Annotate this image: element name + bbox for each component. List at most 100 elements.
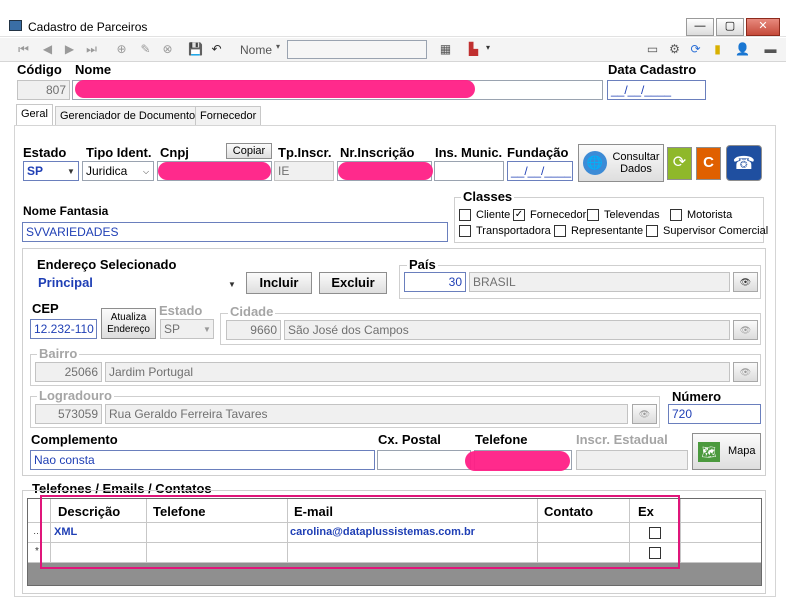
- logradouro-code-field: 573059: [35, 404, 102, 424]
- map-icon: 🗺: [698, 442, 720, 462]
- motorista-checkbox[interactable]: [670, 209, 682, 221]
- contact-card-icon[interactable]: C: [696, 147, 721, 180]
- estado-chevron-down-icon: ▼: [67, 167, 75, 176]
- toolbar: ⏮ ◀ ▶ ⏭ ⊕ ✎ ⊗ 💾 ↶ Nome ▾ ▦ ▙ ▾ ▭ ⚙ ⟳ ▮ 👤…: [0, 38, 786, 62]
- televendas-checkbox[interactable]: [587, 209, 599, 221]
- edit-icon[interactable]: ✎: [138, 42, 153, 57]
- inscr-estadual-label: Inscr. Estadual: [576, 432, 668, 447]
- excluir-button[interactable]: Excluir: [319, 272, 387, 294]
- complemento-label: Complemento: [31, 432, 118, 447]
- copiar-button[interactable]: Copiar: [226, 143, 272, 159]
- numero-label: Número: [672, 389, 722, 404]
- exit-icon[interactable]: ▬: [763, 42, 778, 57]
- delete-icon[interactable]: ⊗: [160, 42, 175, 57]
- inscr-estadual-field: [576, 450, 688, 470]
- sync-icon[interactable]: ⟳: [667, 147, 692, 180]
- representante-checkbox[interactable]: [554, 225, 566, 237]
- tab-fornecedor[interactable]: Fornecedor: [195, 106, 262, 126]
- cnpj-redaction: [158, 162, 271, 180]
- cidade-name-field: São José dos Campos: [284, 320, 730, 340]
- last-record-icon[interactable]: ⏭: [84, 42, 99, 57]
- nr-inscricao-label: Nr.Inscrição: [340, 145, 415, 160]
- pais-lookup-icon[interactable]: 👁: [733, 272, 758, 292]
- supervisor-comercial-checkbox[interactable]: [646, 225, 658, 237]
- cliente-checkbox-label: Cliente: [476, 209, 511, 221]
- complemento-field[interactable]: Nao consta: [30, 450, 375, 470]
- attachment-icon[interactable]: ▮: [710, 42, 725, 57]
- user-icon[interactable]: 👤: [735, 42, 750, 57]
- cx-postal-field[interactable]: [377, 450, 471, 470]
- cidade-code-field: 9660: [226, 320, 281, 340]
- endereco-selecionado-label: Endereço Selecionado: [37, 257, 177, 272]
- cliente-checkbox[interactable]: [459, 209, 471, 221]
- cidade-label: Cidade: [228, 304, 276, 319]
- atualiza-endereco-button[interactable]: Atualiza Endereço: [101, 308, 156, 339]
- tools-icon[interactable]: ⚙: [667, 42, 682, 57]
- title-bar: Cadastro de Parceiros — ▢ ✕: [0, 0, 786, 37]
- consultar-dados-button[interactable]: 🌐 Consultar Dados: [578, 144, 664, 182]
- window-title: Cadastro de Parceiros: [28, 20, 148, 34]
- cidade-lookup-icon[interactable]: 👁: [733, 320, 758, 340]
- fornecedor-checkbox-label: Fornecedor: [530, 209, 587, 221]
- incluir-button[interactable]: Incluir: [246, 272, 312, 294]
- bairro-lookup-icon[interactable]: 👁: [733, 362, 758, 382]
- tab-geral[interactable]: Geral: [16, 104, 53, 126]
- estado-endereco-chevron-down-icon: ▼: [203, 325, 211, 334]
- refresh-icon[interactable]: ⟳: [688, 42, 703, 57]
- search-field-chevron-icon[interactable]: ▾: [276, 42, 280, 51]
- undo-icon[interactable]: ↶: [209, 42, 224, 57]
- fundacao-label: Fundação: [507, 145, 569, 160]
- logradouro-name-field: Rua Geraldo Ferreira Tavares: [105, 404, 628, 424]
- first-record-icon[interactable]: ⏮: [16, 42, 31, 57]
- save-icon[interactable]: 💾: [188, 42, 203, 57]
- search-field-label: Nome: [240, 43, 273, 57]
- nome-label: Nome: [75, 62, 112, 77]
- bairro-label: Bairro: [37, 346, 80, 361]
- codigo-field: 807: [17, 80, 70, 100]
- add-icon[interactable]: ⊕: [114, 42, 129, 57]
- ins-munic-label: Ins. Munic.: [435, 145, 503, 160]
- endereco-selecionado-select[interactable]: Principal: [34, 273, 240, 293]
- next-record-icon[interactable]: ▶: [62, 42, 77, 57]
- telefone-label: Telefone: [475, 432, 528, 447]
- previous-record-icon[interactable]: ◀: [40, 42, 55, 57]
- phone-icon[interactable]: ☎: [726, 145, 762, 181]
- mapa-button[interactable]: 🗺 Mapa: [692, 433, 761, 470]
- logradouro-label: Logradouro: [37, 388, 114, 403]
- cnpj-label: Cnpj: [160, 145, 189, 160]
- classes-title: Classes: [461, 189, 515, 204]
- maximize-button[interactable]: ▢: [716, 18, 744, 36]
- cx-postal-label: Cx. Postal: [378, 432, 441, 447]
- televendas-checkbox-label: Televendas: [604, 209, 660, 221]
- pais-code-field[interactable]: 30: [404, 272, 466, 292]
- cep-label: CEP: [32, 301, 59, 316]
- close-button[interactable]: ✕: [746, 18, 780, 36]
- fornecedor-checkbox[interactable]: ✓: [513, 209, 525, 221]
- data-cadastro-label: Data Cadastro: [608, 62, 697, 77]
- cep-field[interactable]: 12.232-110: [30, 319, 97, 339]
- tp-inscr-field[interactable]: IE: [274, 161, 334, 181]
- fundacao-field[interactable]: __/__/____: [507, 161, 573, 181]
- cards-icon[interactable]: ▭: [645, 42, 660, 57]
- nr-inscricao-redaction: [338, 162, 433, 180]
- globe-icon: 🌐: [583, 151, 607, 175]
- mapa-label: Mapa: [728, 445, 756, 457]
- nome-fantasia-field[interactable]: SVVARIEDADES: [22, 222, 448, 242]
- data-cadastro-field[interactable]: __/__/____: [607, 80, 706, 100]
- new-row-indicator-icon: *: [35, 546, 39, 557]
- ins-munic-field[interactable]: [434, 161, 504, 181]
- telefone-redaction: [465, 451, 570, 471]
- logradouro-lookup-icon[interactable]: 👁: [632, 404, 657, 424]
- numero-field[interactable]: 720: [668, 404, 761, 424]
- search-input[interactable]: [287, 40, 427, 59]
- tipo-ident-label: Tipo Ident.: [86, 145, 152, 160]
- minimize-button[interactable]: —: [686, 18, 714, 36]
- grid-view-icon[interactable]: ▦: [438, 42, 453, 57]
- chart-icon[interactable]: ▙: [466, 42, 481, 57]
- pais-name-field: BRASIL: [469, 272, 730, 292]
- tp-inscr-label: Tp.Inscr.: [278, 145, 332, 160]
- highlight-box: [40, 495, 680, 569]
- transportadora-checkbox[interactable]: [459, 225, 471, 237]
- tab-gerenciador-documentos[interactable]: Gerenciador de Documentos: [55, 106, 206, 126]
- chart-dropdown-icon[interactable]: ▾: [486, 43, 490, 52]
